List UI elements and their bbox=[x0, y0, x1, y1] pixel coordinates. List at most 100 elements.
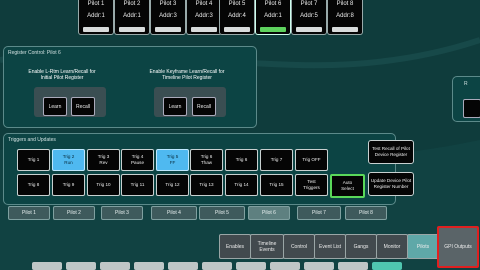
trigger-button[interactable]: Trig 12 bbox=[156, 174, 189, 196]
lrtm-recall-button[interactable]: Recall bbox=[71, 97, 95, 116]
trigger-button[interactable]: Trig 5 FF bbox=[156, 149, 189, 171]
pilot-label: Pilot 5 bbox=[228, 1, 246, 7]
hardware-key[interactable] bbox=[100, 262, 130, 270]
hardware-key[interactable] bbox=[304, 262, 334, 270]
tab-control[interactable]: Control bbox=[283, 234, 315, 259]
tab-gangs[interactable]: Gangs bbox=[345, 234, 377, 259]
lrtm-learn-button[interactable]: Learn bbox=[43, 97, 67, 116]
trigger-button[interactable]: Trig 13 bbox=[190, 174, 223, 196]
pilot-status-indicator bbox=[83, 27, 109, 32]
tab-enables[interactable]: Enables bbox=[219, 234, 251, 259]
hardware-key[interactable] bbox=[134, 262, 164, 270]
trigger-sublabel: Rev bbox=[99, 160, 108, 165]
hardware-key[interactable] bbox=[168, 262, 198, 270]
update-device-button[interactable]: Update Device Pilot Register Number bbox=[368, 172, 414, 196]
trigger-sublabel: Triggers bbox=[303, 185, 320, 190]
trigger-label: Trig 11 bbox=[130, 182, 145, 187]
right-side-panel: R bbox=[452, 76, 480, 122]
tab-pilot-2[interactable]: Pilot 2 bbox=[53, 206, 95, 220]
keyframe-learn-button[interactable]: Learn bbox=[163, 97, 187, 116]
trigger-label: Trig 10 bbox=[96, 182, 111, 187]
trigger-label: Trig 6 bbox=[235, 157, 248, 162]
pilot-addr: Addr:1 bbox=[87, 13, 105, 19]
tab-pilot-3[interactable]: Pilot 3 bbox=[101, 206, 143, 220]
hardware-key[interactable] bbox=[66, 262, 96, 270]
pilot-button-4[interactable]: Pilot 4 Addr:3 bbox=[186, 0, 222, 35]
trigger-off-button[interactable]: Trig OFF bbox=[295, 149, 328, 171]
pilot-button-5[interactable]: Pilot 5 Addr:4 bbox=[219, 0, 255, 35]
trigger-button[interactable]: Trig 10 bbox=[87, 174, 120, 196]
pilot-button-7[interactable]: Pilot 7 Addr:5 bbox=[291, 0, 327, 35]
trigger-button[interactable]: Trig 3 Rev bbox=[87, 149, 120, 171]
trigger-button[interactable]: Trig 7 bbox=[260, 149, 293, 171]
tab-timeline-events[interactable]: Timeline Events bbox=[250, 234, 284, 259]
hardware-key[interactable] bbox=[202, 262, 232, 270]
trigger-button[interactable]: Trig 15 bbox=[260, 174, 293, 196]
pilot-status-indicator bbox=[119, 27, 145, 32]
pilot-addr: Addr:3 bbox=[159, 13, 177, 19]
trigger-button[interactable]: Trig 6 Thaw bbox=[190, 149, 223, 171]
trigger-label: Trig OFF bbox=[302, 157, 321, 162]
trigger-button[interactable]: Trig 2 Run bbox=[52, 149, 85, 171]
trigger-label: Trig 13 bbox=[199, 182, 214, 187]
trigger-button[interactable]: Trig 11 bbox=[121, 174, 154, 196]
pilot-button-8[interactable]: Pilot 8 Addr:8 bbox=[327, 0, 363, 35]
pilot-label: Pilot 3 bbox=[159, 1, 177, 7]
trigger-button[interactable]: Trig 8 bbox=[17, 174, 50, 196]
right-panel-label: R bbox=[464, 81, 468, 87]
pilot-button-2[interactable]: Pilot 2 Addr:1 bbox=[114, 0, 150, 35]
pilot-addr: Addr:1 bbox=[123, 13, 141, 19]
hardware-key[interactable] bbox=[338, 262, 368, 270]
test-triggers-button[interactable]: Test Triggers bbox=[295, 174, 328, 196]
trigger-button[interactable]: Trig 4 Pause bbox=[121, 149, 154, 171]
pilot-button-3[interactable]: Pilot 3 Addr:3 bbox=[150, 0, 186, 35]
trigger-button[interactable]: Trig 14 bbox=[225, 174, 258, 196]
hardware-key[interactable] bbox=[270, 262, 300, 270]
tab-gpi-outputs[interactable]: GPI Outputs bbox=[437, 226, 479, 268]
trigger-label: Trig 9 bbox=[62, 182, 75, 187]
pilot-label: Pilot 8 bbox=[336, 1, 354, 7]
tab-pilot-7[interactable]: Pilot 7 bbox=[297, 206, 341, 220]
auto-select-button[interactable]: Auto Select bbox=[330, 174, 365, 198]
pilot-addr: Addr:4 bbox=[228, 13, 246, 19]
right-panel-button[interactable] bbox=[463, 99, 480, 118]
pilot-button-6[interactable]: Pilot 6 Addr:1 bbox=[255, 0, 291, 35]
trigger-label: Trig 8 bbox=[27, 182, 40, 187]
pilot-label: Pilot 6 bbox=[264, 1, 282, 7]
trigger-sublabel: Run bbox=[64, 160, 73, 165]
pilot-status-indicator bbox=[296, 27, 322, 32]
trigger-button[interactable]: Trig 9 bbox=[52, 174, 85, 196]
pilot-label: Pilot 2 bbox=[123, 1, 141, 7]
pilot-addr: Addr:5 bbox=[300, 13, 318, 19]
keyframe-recall-button[interactable]: Recall bbox=[192, 97, 216, 116]
pilot-addr: Addr:3 bbox=[195, 13, 213, 19]
hardware-key[interactable] bbox=[32, 262, 62, 270]
pilot-status-indicator bbox=[332, 27, 358, 32]
hardware-key[interactable] bbox=[236, 262, 266, 270]
test-recall-button[interactable]: Test Recall of Pilot Device Register bbox=[368, 140, 414, 164]
pilot-addr: Addr:1 bbox=[264, 13, 282, 19]
pilot-button-1[interactable]: Pilot 1 Addr:1 bbox=[78, 0, 114, 35]
hardware-key[interactable] bbox=[372, 262, 402, 270]
lrtm-enable-caption: Enable L-Rtm Learn/Recall for Initial Pi… bbox=[28, 69, 96, 81]
tab-pilot-5[interactable]: Pilot 5 bbox=[199, 206, 245, 220]
pilot-status-indicator bbox=[224, 27, 250, 32]
pilot-status-indicator bbox=[155, 27, 181, 32]
tab-event-list[interactable]: Event List bbox=[314, 234, 346, 259]
trigger-button[interactable]: Trig 1 bbox=[17, 149, 50, 171]
pilot-status-indicator bbox=[260, 27, 286, 32]
tab-pilot-6[interactable]: Pilot 6 bbox=[248, 206, 290, 220]
trigger-sublabel: Thaw bbox=[200, 160, 213, 165]
tab-pilot-4[interactable]: Pilot 4 bbox=[151, 206, 197, 220]
tab-pilot-8[interactable]: Pilot 8 bbox=[345, 206, 387, 220]
trigger-button[interactable]: Trig 6 bbox=[225, 149, 258, 171]
trigger-label: Trig 1 bbox=[27, 157, 40, 162]
triggers-title: Triggers and Updates bbox=[8, 137, 56, 143]
tab-pilot-1[interactable]: Pilot 1 bbox=[8, 206, 50, 220]
trigger-label: Trig 12 bbox=[165, 182, 180, 187]
keyframe-enable-caption: Enable Keyframe Learn/Recall for Timelin… bbox=[149, 69, 225, 81]
trigger-label: Trig 7 bbox=[270, 157, 283, 162]
tab-pilots[interactable]: Pilots bbox=[407, 234, 439, 259]
tab-monitor[interactable]: Monitor bbox=[376, 234, 408, 259]
trigger-label: Trig 15 bbox=[269, 182, 284, 187]
